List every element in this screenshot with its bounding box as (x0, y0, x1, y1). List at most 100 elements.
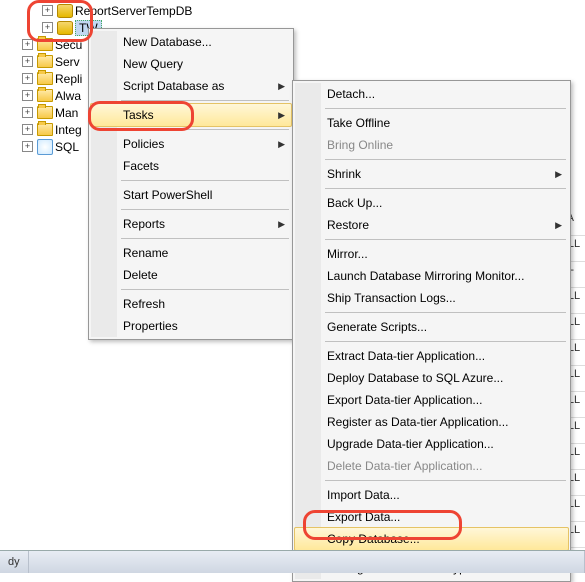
menu-item-tasks[interactable]: Tasks ▶ (90, 103, 292, 127)
menu-item-policies[interactable]: Policies ▶ (91, 133, 291, 155)
menu-separator (325, 480, 566, 481)
expand-icon[interactable]: + (22, 39, 33, 50)
context-submenu-tasks: Detach... Take Offline Bring Online Shrink ▶… (292, 80, 571, 582)
menu-item-label: Restore (327, 218, 369, 232)
menu-item-label: New Database... (123, 35, 212, 49)
submenu-arrow-icon: ▶ (278, 110, 285, 121)
folder-icon (37, 55, 53, 68)
menu-item-import-data[interactable]: Import Data... (295, 484, 568, 506)
menu-item-refresh[interactable]: Refresh (91, 293, 291, 315)
expand-icon[interactable]: + (42, 5, 53, 16)
menu-item-label: Shrink (327, 167, 361, 181)
expand-icon[interactable]: + (22, 124, 33, 135)
submenu-arrow-icon: ▶ (278, 81, 285, 92)
menu-item-label: Import Data... (327, 488, 400, 502)
menu-item-back-up[interactable]: Back Up... (295, 192, 568, 214)
menu-separator (121, 238, 289, 239)
menu-item-new-database[interactable]: New Database... (91, 31, 291, 53)
menu-item-label: Export Data... (327, 510, 400, 524)
tree-label: Repli (55, 72, 82, 86)
menu-item-bring-online: Bring Online (295, 134, 568, 156)
database-icon (57, 21, 73, 35)
menu-item-shrink[interactable]: Shrink ▶ (295, 163, 568, 185)
menu-item-label: Deploy Database to SQL Azure... (327, 371, 503, 385)
menu-separator (121, 180, 289, 181)
menu-item-label: Rename (123, 246, 168, 260)
menu-item-generate-scripts[interactable]: Generate Scripts... (295, 316, 568, 338)
menu-item-label: Register as Data-tier Application... (327, 415, 508, 429)
menu-item-delete-data-tier-application: Delete Data-tier Application... (295, 455, 568, 477)
menu-item-script-database-as[interactable]: Script Database as ▶ (91, 75, 291, 97)
menu-item-label: Facets (123, 159, 159, 173)
folder-icon (37, 89, 53, 102)
menu-separator (325, 341, 566, 342)
menu-item-label: Bring Online (327, 138, 393, 152)
tree-label: Serv (55, 55, 80, 69)
expand-icon[interactable]: + (22, 73, 33, 84)
status-bar: dy (0, 550, 585, 573)
menu-item-export-data[interactable]: Export Data... (295, 506, 568, 528)
menu-item-detach[interactable]: Detach... (295, 83, 568, 105)
expand-icon[interactable]: + (42, 22, 53, 33)
menu-item-reports[interactable]: Reports ▶ (91, 213, 291, 235)
menu-item-facets[interactable]: Facets (91, 155, 291, 177)
menu-separator (121, 129, 289, 130)
expand-icon[interactable]: + (22, 90, 33, 101)
submenu-arrow-icon: ▶ (555, 169, 562, 180)
submenu-arrow-icon: ▶ (278, 139, 285, 150)
menu-item-label: Start PowerShell (123, 188, 212, 202)
menu-item-ship-transaction-logs[interactable]: Ship Transaction Logs... (295, 287, 568, 309)
menu-item-upgrade-data-tier-application[interactable]: Upgrade Data-tier Application... (295, 433, 568, 455)
menu-item-label: Upgrade Data-tier Application... (327, 437, 494, 451)
menu-item-restore[interactable]: Restore ▶ (295, 214, 568, 236)
folder-icon (37, 72, 53, 85)
menu-item-copy-database[interactable]: Copy Database... (294, 527, 569, 551)
sql-agent-icon (37, 139, 53, 155)
folder-icon (37, 38, 53, 51)
tree-label: Man (55, 106, 78, 120)
expand-icon[interactable]: + (22, 107, 33, 118)
menu-item-label: Delete (123, 268, 158, 282)
menu-item-label: Export Data-tier Application... (327, 393, 482, 407)
menu-item-label: Detach... (327, 87, 375, 101)
menu-item-take-offline[interactable]: Take Offline (295, 112, 568, 134)
context-menu-database: New Database... New Query Script Database … (88, 28, 294, 340)
menu-item-label: Launch Database Mirroring Monitor... (327, 269, 524, 283)
menu-item-label: Ship Transaction Logs... (327, 291, 456, 305)
menu-item-label: Tasks (123, 108, 154, 122)
tree-label: Alwa (55, 89, 81, 103)
menu-item-export-data-tier-application[interactable]: Export Data-tier Application... (295, 389, 568, 411)
menu-item-label: Back Up... (327, 196, 382, 210)
menu-item-start-powershell[interactable]: Start PowerShell (91, 184, 291, 206)
status-text: dy (0, 551, 29, 573)
menu-item-label: Refresh (123, 297, 165, 311)
expand-icon[interactable]: + (22, 141, 33, 152)
tree-label: SQL (55, 140, 79, 154)
tree-label: ReportServerTempDB (75, 4, 192, 18)
menu-item-label: Take Offline (327, 116, 390, 130)
menu-separator (325, 312, 566, 313)
menu-separator (325, 239, 566, 240)
menu-item-properties[interactable]: Properties (91, 315, 291, 337)
menu-item-label: New Query (123, 57, 183, 71)
menu-item-label: Reports (123, 217, 165, 231)
menu-item-delete[interactable]: Delete (91, 264, 291, 286)
menu-item-deploy-database-to-sql-azure[interactable]: Deploy Database to SQL Azure... (295, 367, 568, 389)
submenu-arrow-icon: ▶ (278, 219, 285, 230)
submenu-arrow-icon: ▶ (555, 220, 562, 231)
menu-item-extract-data-tier-application[interactable]: Extract Data-tier Application... (295, 345, 568, 367)
tree-item-reportserver[interactable]: + ReportServerTempDB (2, 2, 282, 19)
menu-item-new-query[interactable]: New Query (91, 53, 291, 75)
status-spacer (29, 551, 585, 573)
menu-item-mirror[interactable]: Mirror... (295, 243, 568, 265)
menu-item-label: Script Database as (123, 79, 224, 93)
menu-item-rename[interactable]: Rename (91, 242, 291, 264)
expand-icon[interactable]: + (22, 56, 33, 67)
menu-item-label: Properties (123, 319, 178, 333)
menu-separator (325, 188, 566, 189)
menu-item-label: Policies (123, 137, 164, 151)
menu-item-label: Mirror... (327, 247, 368, 261)
menu-item-register-as-data-tier-application[interactable]: Register as Data-tier Application... (295, 411, 568, 433)
menu-item-launch-database-mirroring-monitor[interactable]: Launch Database Mirroring Monitor... (295, 265, 568, 287)
folder-icon (37, 106, 53, 119)
